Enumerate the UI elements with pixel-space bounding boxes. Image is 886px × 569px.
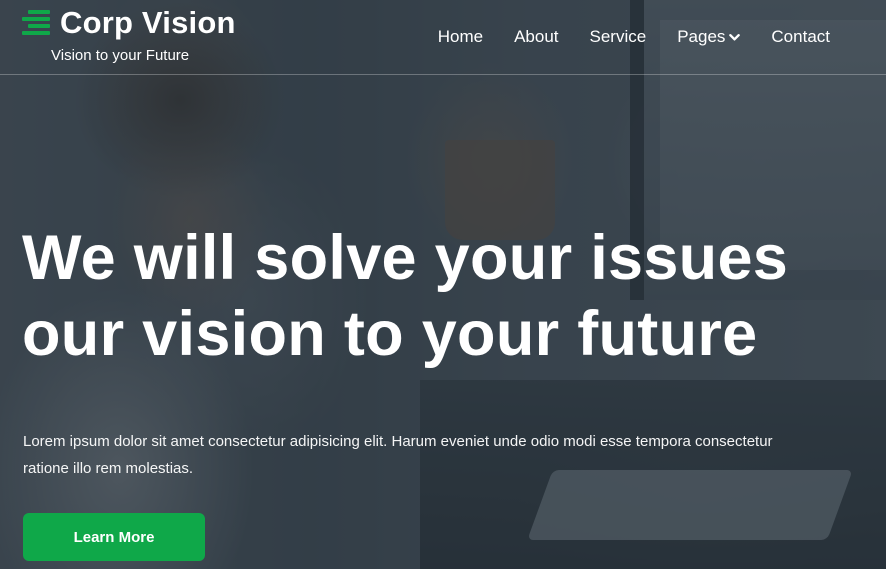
nav-item-pages-dropdown[interactable]: Pages: [677, 27, 741, 47]
nav-item-home[interactable]: Home: [438, 27, 483, 47]
site-header: Corp Vision Vision to your Future Home A…: [0, 0, 886, 75]
logo-bars-icon: [22, 8, 52, 38]
chevron-down-icon: [729, 33, 741, 41]
nav-item-about[interactable]: About: [514, 27, 558, 47]
brand-tagline: Vision to your Future: [51, 47, 190, 64]
hero-headline-line-1: We will solve your issues: [22, 223, 789, 293]
nav-item-label: Pages: [677, 27, 726, 46]
hero-description: Lorem ipsum dolor sit amet consectetur a…: [23, 433, 773, 477]
nav-item-contact[interactable]: Contact: [771, 27, 830, 47]
hero-headline: We will solve your issues our vision to …: [22, 220, 788, 372]
main-nav: Home About Service Pages Contact: [407, 27, 830, 47]
nav-item-service[interactable]: Service: [590, 27, 647, 47]
hero-section: Corp Vision Vision to your Future Home A…: [0, 0, 886, 569]
brand-title: Corp Vision: [60, 5, 236, 40]
nav-item-label: Home: [437, 27, 484, 46]
nav-item-label: About: [514, 27, 559, 46]
nav-item-label: Service: [589, 27, 647, 46]
hero-headline-line-2: our vision to your future: [22, 299, 758, 369]
learn-more-button[interactable]: Learn More: [23, 513, 205, 561]
logo[interactable]: Corp Vision: [22, 5, 236, 41]
nav-item-label: Contact: [771, 27, 830, 46]
